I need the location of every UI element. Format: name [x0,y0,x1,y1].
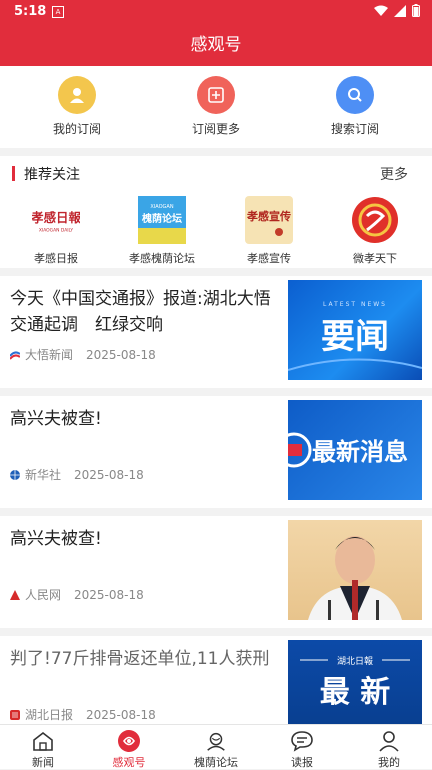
status-bar: 5:18 A [0,0,432,24]
search-icon [336,76,374,114]
wifi-icon [374,5,388,16]
recommended-item-wei-xiao-tianxia[interactable]: 微孝天下 [325,196,425,266]
news-title: 高兴夫被查! [10,529,102,549]
recommended-item-label: 微孝天下 [353,252,397,265]
user-icon [58,76,96,114]
svg-text:孝感宣传: 孝感宣传 [246,209,291,223]
huaiyin-forum-logo: XIAOGAN 槐荫论坛 [138,196,186,244]
news-date: 2025-08-18 [86,347,156,362]
ganguan-icon [117,729,141,753]
svg-text:要闻: 要闻 [321,317,389,357]
recommended-item-label: 孝感日报 [34,252,78,265]
xiaogan-publicity-logo: 孝感宣传 [245,196,293,244]
svg-text:最新消息: 最新消息 [312,438,408,466]
tab-forum[interactable]: 槐荫论坛 [173,729,259,770]
battery-icon [412,4,420,17]
search-subscriptions-button[interactable]: 搜索订阅 [305,76,405,137]
tab-news[interactable]: 新闻 [0,729,86,770]
subscribe-actions: 我的订阅 订阅更多 搜索订阅 [0,66,432,148]
source-logo-icon [10,350,20,360]
subscribe-more-label: 订阅更多 [191,122,240,136]
my-subscriptions-label: 我的订阅 [52,122,101,136]
tab-read-paper[interactable]: 读报 [259,729,345,770]
tab-ganguan[interactable]: 感观号 [86,729,172,770]
news-source: 新华社 [25,468,62,482]
tab-profile[interactable]: 我的 [346,729,432,770]
news-title: 高兴夫被查! [10,409,102,429]
news-thumbnail: 最新消息 [288,400,422,500]
svg-text:最 新: 最 新 [320,675,390,710]
tab-label: 我的 [378,756,400,769]
news-source: 湖北日报 [25,708,74,722]
source-logo-icon [10,469,20,480]
section-accent-bar [12,166,15,181]
page-title: 感观号 [190,35,242,55]
svg-text:XIAOGAN DAILY: XIAOGAN DAILY [39,228,74,234]
news-meta: 人民网 2025-08-18 [10,586,144,603]
sim-icon: A [52,6,64,18]
wei-xiao-tianxia-logo [351,196,399,244]
svg-text:LATEST NEWS: LATEST NEWS [323,301,387,308]
tab-label: 新闻 [32,756,54,769]
tab-label: 感观号 [112,756,146,769]
profile-icon [377,729,401,753]
svg-text:孝感日報: 孝感日報 [32,210,80,225]
news-title: 今天《中国交通报》报道:湖北大悟交通起调 红绿交响 [10,289,271,335]
news-date: 2025-08-18 [74,467,144,482]
source-logo-icon [10,709,20,720]
news-title: 判了!77斤排骨返还单位,11人获刑 [10,649,270,669]
recommended-item-xiaogan-daily[interactable]: 孝感日報 XIAOGAN DAILY 孝感日报 [6,196,106,266]
add-icon [197,76,235,114]
news-meta: 大悟新闻 2025-08-18 [10,346,156,363]
status-time: 5:18 [14,4,47,19]
home-icon [31,729,55,753]
news-date: 2025-08-18 [86,707,156,722]
recommended-header: 推荐关注 更多 [12,164,420,184]
news-meta: 湖北日报 2025-08-18 [10,706,156,723]
search-subscriptions-label: 搜索订阅 [330,122,379,136]
xiaogan-daily-logo: 孝感日報 XIAOGAN DAILY [32,196,80,244]
news-source: 人民网 [25,588,62,602]
news-item[interactable]: 高兴夫被查! 新华社 2025-08-18 最新消息 [0,396,432,508]
recommended-more-link[interactable]: 更多 [380,164,408,184]
news-item[interactable]: 今天《中国交通报》报道:湖北大悟交通起调 红绿交响 大悟新闻 2025-08-1… [0,276,432,388]
app-bar: 感观号 [0,24,432,66]
svg-text:XIAOGAN: XIAOGAN [150,204,173,210]
news-date: 2025-08-18 [74,587,144,602]
my-subscriptions-button[interactable]: 我的订阅 [27,76,127,137]
recommended-item-xiaogan-publicity[interactable]: 孝感宣传 孝感宣传 [219,196,319,266]
recommended-item-label: 孝感宣传 [247,252,291,265]
bottom-tab-bar: 新闻 感观号 槐荫论坛 读报 我的 [0,724,432,769]
news-thumbnail [288,520,422,620]
recommended-item-huaiyin-forum[interactable]: XIAOGAN 槐荫论坛 孝感槐荫论坛 [112,196,212,266]
news-source: 大悟新闻 [25,348,74,362]
signal-icon [394,4,406,17]
subscribe-more-button[interactable]: 订阅更多 [166,76,266,137]
newspaper-chat-icon [290,729,314,753]
news-meta: 新华社 2025-08-18 [10,466,144,483]
news-thumbnail: LATEST NEWS 要闻 [288,280,422,380]
news-item[interactable]: 高兴夫被查! 人民网 2025-08-18 [0,516,432,628]
tab-label: 读报 [291,756,313,769]
svg-text:湖北日報: 湖北日報 [337,656,373,667]
recommended-item-label: 孝感槐荫论坛 [129,252,195,265]
tab-label: 槐荫论坛 [194,756,238,769]
forum-icon [204,729,228,753]
svg-text:槐荫论坛: 槐荫论坛 [141,212,182,225]
recommended-title: 推荐关注 [24,167,80,183]
source-logo-icon [10,589,20,600]
recommended-section: 推荐关注 更多 孝感日報 XIAOGAN DAILY 孝感日报 XIAOGAN 槐荫… [0,156,432,268]
